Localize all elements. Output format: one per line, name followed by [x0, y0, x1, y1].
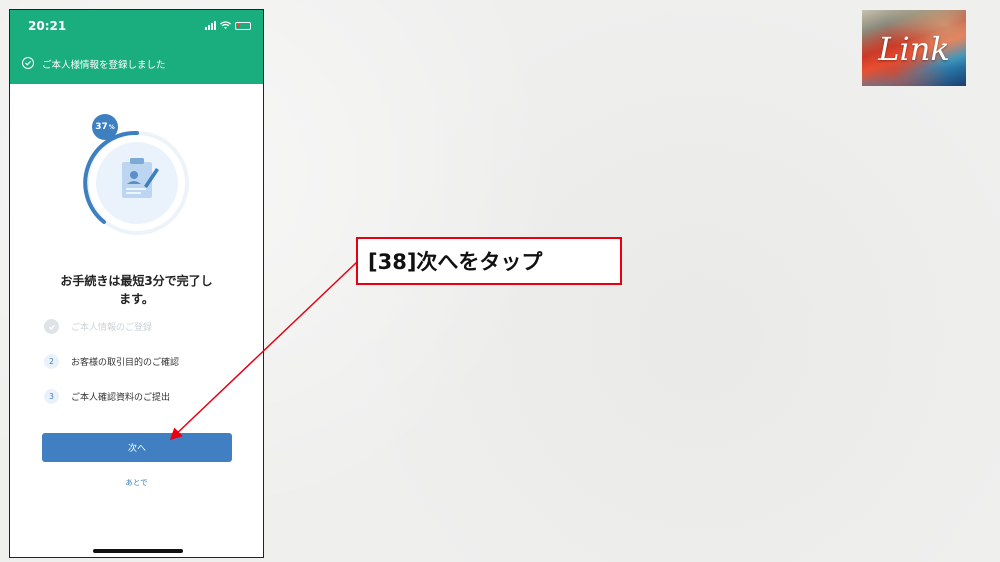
progress-ring	[83, 130, 189, 235]
logo-text: Link	[878, 30, 950, 68]
instruction-callout: [38]次へをタップ	[356, 237, 622, 285]
battery-icon	[235, 21, 251, 30]
step-item-3: 3 ご本人確認資料のご提出	[44, 389, 170, 404]
step-number: 2	[44, 354, 59, 369]
step-number: 3	[44, 389, 59, 404]
wifi-icon	[220, 21, 231, 30]
next-button[interactable]: 次へ	[42, 433, 232, 462]
progress-percent-symbol: %	[108, 123, 115, 131]
home-indicator	[93, 549, 183, 553]
later-link[interactable]: あとで	[10, 477, 263, 488]
step-item-1: ご本人情報のご登録	[44, 319, 152, 334]
step-label: ご本人確認資料のご提出	[71, 393, 171, 403]
status-bar: 20:21	[10, 10, 263, 44]
title-line-2: ます。	[119, 292, 154, 306]
signal-icon	[205, 21, 216, 30]
status-time: 20:21	[28, 19, 67, 33]
step-item-2: 2 お客様の取引目的のご確認	[44, 354, 179, 369]
callout-text: [38]次へをタップ	[368, 250, 543, 274]
progress-badge: 37%	[92, 114, 118, 140]
phone-screenshot: 20:21 ご本人様情報を登録しました 37% お手続きは最短3分で完了し ます…	[9, 9, 264, 558]
page-title: お手続きは最短3分で完了し ます。	[10, 272, 263, 308]
progress-percent: 37	[95, 122, 108, 132]
step-label: お客様の取引目的のご確認	[71, 358, 180, 368]
status-icons	[205, 21, 251, 30]
success-banner: ご本人様情報を登録しました	[10, 44, 263, 84]
banner-text: ご本人様情報を登録しました	[42, 60, 166, 71]
title-line-1: お手続きは最短3分で完了し	[60, 274, 213, 288]
step-label: ご本人情報のご登録	[71, 323, 153, 333]
check-circle-icon	[22, 57, 34, 69]
brand-logo: Link	[862, 10, 966, 86]
step-check-icon	[44, 319, 59, 334]
